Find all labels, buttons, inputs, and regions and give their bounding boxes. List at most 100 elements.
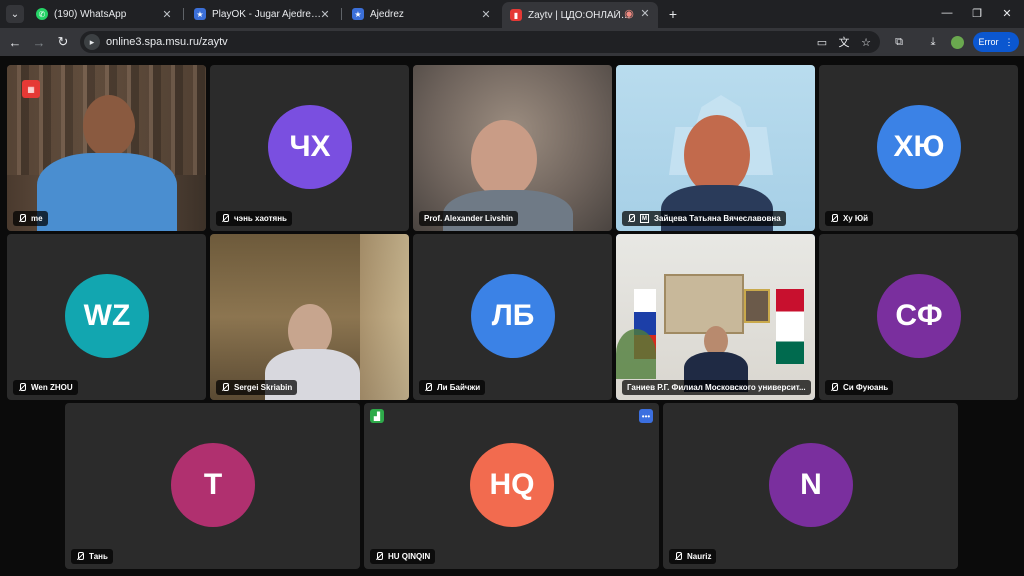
zaytv-icon: ▮ bbox=[510, 9, 522, 21]
participant-name: me bbox=[31, 214, 43, 223]
site-info-button[interactable]: ▸ bbox=[84, 34, 100, 50]
participant-tile[interactable]: ▟ ••• HQ HU QINQIN bbox=[364, 403, 659, 569]
avatar: ЧХ bbox=[268, 105, 352, 189]
extensions-icon[interactable]: ⧉ bbox=[890, 33, 908, 51]
address-bar[interactable]: ▸ online3.spa.msu.ru/zaytv ▭ 文 ☆ bbox=[80, 31, 880, 53]
tab-zaytv[interactable]: ▮ Zaytv | ЦДО:ОНЛАЙН-3 ◉ ✕ bbox=[502, 2, 658, 28]
video-feed bbox=[616, 65, 815, 231]
more-options-icon[interactable]: ••• bbox=[639, 409, 653, 423]
moderator-badge: M bbox=[640, 214, 649, 223]
tab-playok[interactable]: ★ PlayOK - Jugar Ajedrez En Línea ✕ bbox=[186, 3, 338, 25]
name-tag: HU QINQIN bbox=[370, 549, 436, 564]
close-icon[interactable]: ✕ bbox=[318, 7, 332, 21]
tab-label: Ajedrez bbox=[370, 8, 404, 20]
bookmark-star-icon[interactable]: ☆ bbox=[858, 34, 874, 50]
new-tab-button[interactable]: + bbox=[664, 5, 682, 23]
playok-icon: ★ bbox=[352, 8, 364, 20]
error-button[interactable]: Error ⋮ bbox=[973, 32, 1019, 52]
name-tag: Sergei Skriabin bbox=[216, 380, 298, 395]
translate-icon[interactable]: 文 bbox=[836, 34, 852, 50]
mic-off-icon bbox=[830, 214, 838, 223]
participant-name: Sergei Skriabin bbox=[234, 383, 293, 392]
cast-icon[interactable]: ▭ bbox=[814, 34, 830, 50]
name-tag: Nauriz bbox=[669, 549, 717, 564]
participant-tile-me[interactable]: ▦ me bbox=[7, 65, 206, 231]
name-tag: Wen ZHOU bbox=[13, 380, 78, 395]
video-feed bbox=[413, 65, 612, 231]
participant-tile[interactable]: ЛБ Ли Байчжи bbox=[413, 234, 612, 400]
participant-name: Тань bbox=[89, 552, 108, 561]
video-feed bbox=[616, 234, 815, 400]
tab-whatsapp[interactable]: ✆ (190) WhatsApp ✕ bbox=[28, 3, 180, 25]
signal-bars-icon: ▟ bbox=[370, 409, 384, 423]
participant-name: Зайцева Татьяна Вячеславовна bbox=[654, 214, 781, 223]
mic-off-icon bbox=[627, 214, 635, 223]
mic-off-icon bbox=[830, 383, 838, 392]
name-tag: Тань bbox=[71, 549, 113, 564]
tab-strip: ⌄ ✆ (190) WhatsApp ✕ ★ PlayOK - Jugar Aj… bbox=[0, 0, 1024, 28]
arrow-left-icon: ← bbox=[8, 34, 22, 50]
close-icon[interactable]: ✕ bbox=[638, 6, 652, 20]
avatar: T bbox=[171, 443, 255, 527]
participant-tile[interactable]: Sergei Skriabin bbox=[210, 234, 409, 400]
name-tag: me bbox=[13, 211, 48, 226]
tab-ajedrez[interactable]: ★ Ajedrez ✕ bbox=[344, 3, 499, 25]
name-tag: Си Фуюань bbox=[825, 380, 894, 395]
tab-divider bbox=[183, 8, 184, 20]
participant-name: чэнь хаотянь bbox=[234, 214, 287, 223]
participant-tile[interactable]: ЧХ чэнь хаотянь bbox=[210, 65, 409, 231]
mic-off-icon bbox=[18, 383, 26, 392]
back-button[interactable]: ← bbox=[6, 33, 24, 51]
minimize-button[interactable]: — bbox=[932, 3, 962, 23]
forward-button[interactable]: → bbox=[30, 33, 48, 51]
video-feed bbox=[210, 234, 409, 400]
close-icon[interactable]: ✕ bbox=[479, 7, 493, 21]
tab-label: Zaytv | ЦДО:ОНЛАЙН-3 bbox=[528, 9, 632, 21]
tab-search-button[interactable]: ⌄ bbox=[6, 5, 24, 23]
tab-divider bbox=[341, 8, 342, 20]
avatar: N bbox=[769, 443, 853, 527]
more-vert-icon: ⋮ bbox=[1004, 36, 1014, 47]
download-icon[interactable]: ⤓ bbox=[924, 33, 942, 51]
tab-label: PlayOK - Jugar Ajedrez En Línea bbox=[212, 8, 324, 20]
minimize-icon: — bbox=[941, 7, 953, 19]
participant-tile-active-speaker[interactable]: Ганиев Р.Г. Филиал Московского университ… bbox=[616, 234, 815, 400]
profile-icon[interactable] bbox=[948, 33, 966, 51]
logo-icon: ▦ bbox=[22, 80, 40, 98]
chevron-down-icon: ⌄ bbox=[10, 8, 20, 20]
playok-icon: ★ bbox=[194, 8, 206, 20]
participant-tile[interactable]: ХЮ Ху Юй bbox=[819, 65, 1018, 231]
name-tag: Ли Байчжи bbox=[419, 380, 486, 395]
participant-name: Си Фуюань bbox=[843, 383, 889, 392]
participant-tile[interactable]: T Тань bbox=[65, 403, 360, 569]
restore-icon: ❐ bbox=[972, 7, 982, 20]
participant-tile[interactable]: WZ Wen ZHOU bbox=[7, 234, 206, 400]
participant-tile[interactable]: Prof. Alexander Livshin bbox=[413, 65, 612, 231]
avatar: HQ bbox=[470, 443, 554, 527]
restore-button[interactable]: ❐ bbox=[962, 3, 992, 23]
close-window-button[interactable]: ✕ bbox=[992, 3, 1022, 23]
participant-tile[interactable]: N Nauriz bbox=[663, 403, 958, 569]
name-tag: M Зайцева Татьяна Вячеславовна bbox=[622, 211, 786, 226]
video-feed: ▦ bbox=[7, 65, 206, 231]
participant-tile[interactable]: СФ Си Фуюань bbox=[819, 234, 1018, 400]
participant-tile[interactable]: M Зайцева Татьяна Вячеславовна bbox=[616, 65, 815, 231]
name-tag: чэнь хаотянь bbox=[216, 211, 292, 226]
name-tag: Prof. Alexander Livshin bbox=[419, 211, 519, 226]
avatar: ЛБ bbox=[471, 274, 555, 358]
name-tag: Ганиев Р.Г. Филиал Московского университ… bbox=[622, 380, 811, 395]
participant-name: Wen ZHOU bbox=[31, 383, 73, 392]
mic-off-icon bbox=[674, 552, 682, 561]
mic-off-icon bbox=[76, 552, 84, 561]
mic-off-icon bbox=[375, 552, 383, 561]
avatar: ХЮ bbox=[877, 105, 961, 189]
url-text: online3.spa.msu.ru/zaytv bbox=[106, 36, 228, 48]
reload-icon: ↻ bbox=[57, 34, 69, 49]
participant-name: Ганиев Р.Г. Филиал Московского университ… bbox=[627, 383, 806, 392]
participant-name: Nauriz bbox=[687, 552, 712, 561]
whatsapp-icon: ✆ bbox=[36, 8, 48, 20]
participant-name: Ху Юй bbox=[843, 214, 869, 223]
reload-button[interactable]: ↻ bbox=[54, 33, 72, 51]
close-icon[interactable]: ✕ bbox=[160, 7, 174, 21]
plus-icon: + bbox=[668, 6, 678, 22]
